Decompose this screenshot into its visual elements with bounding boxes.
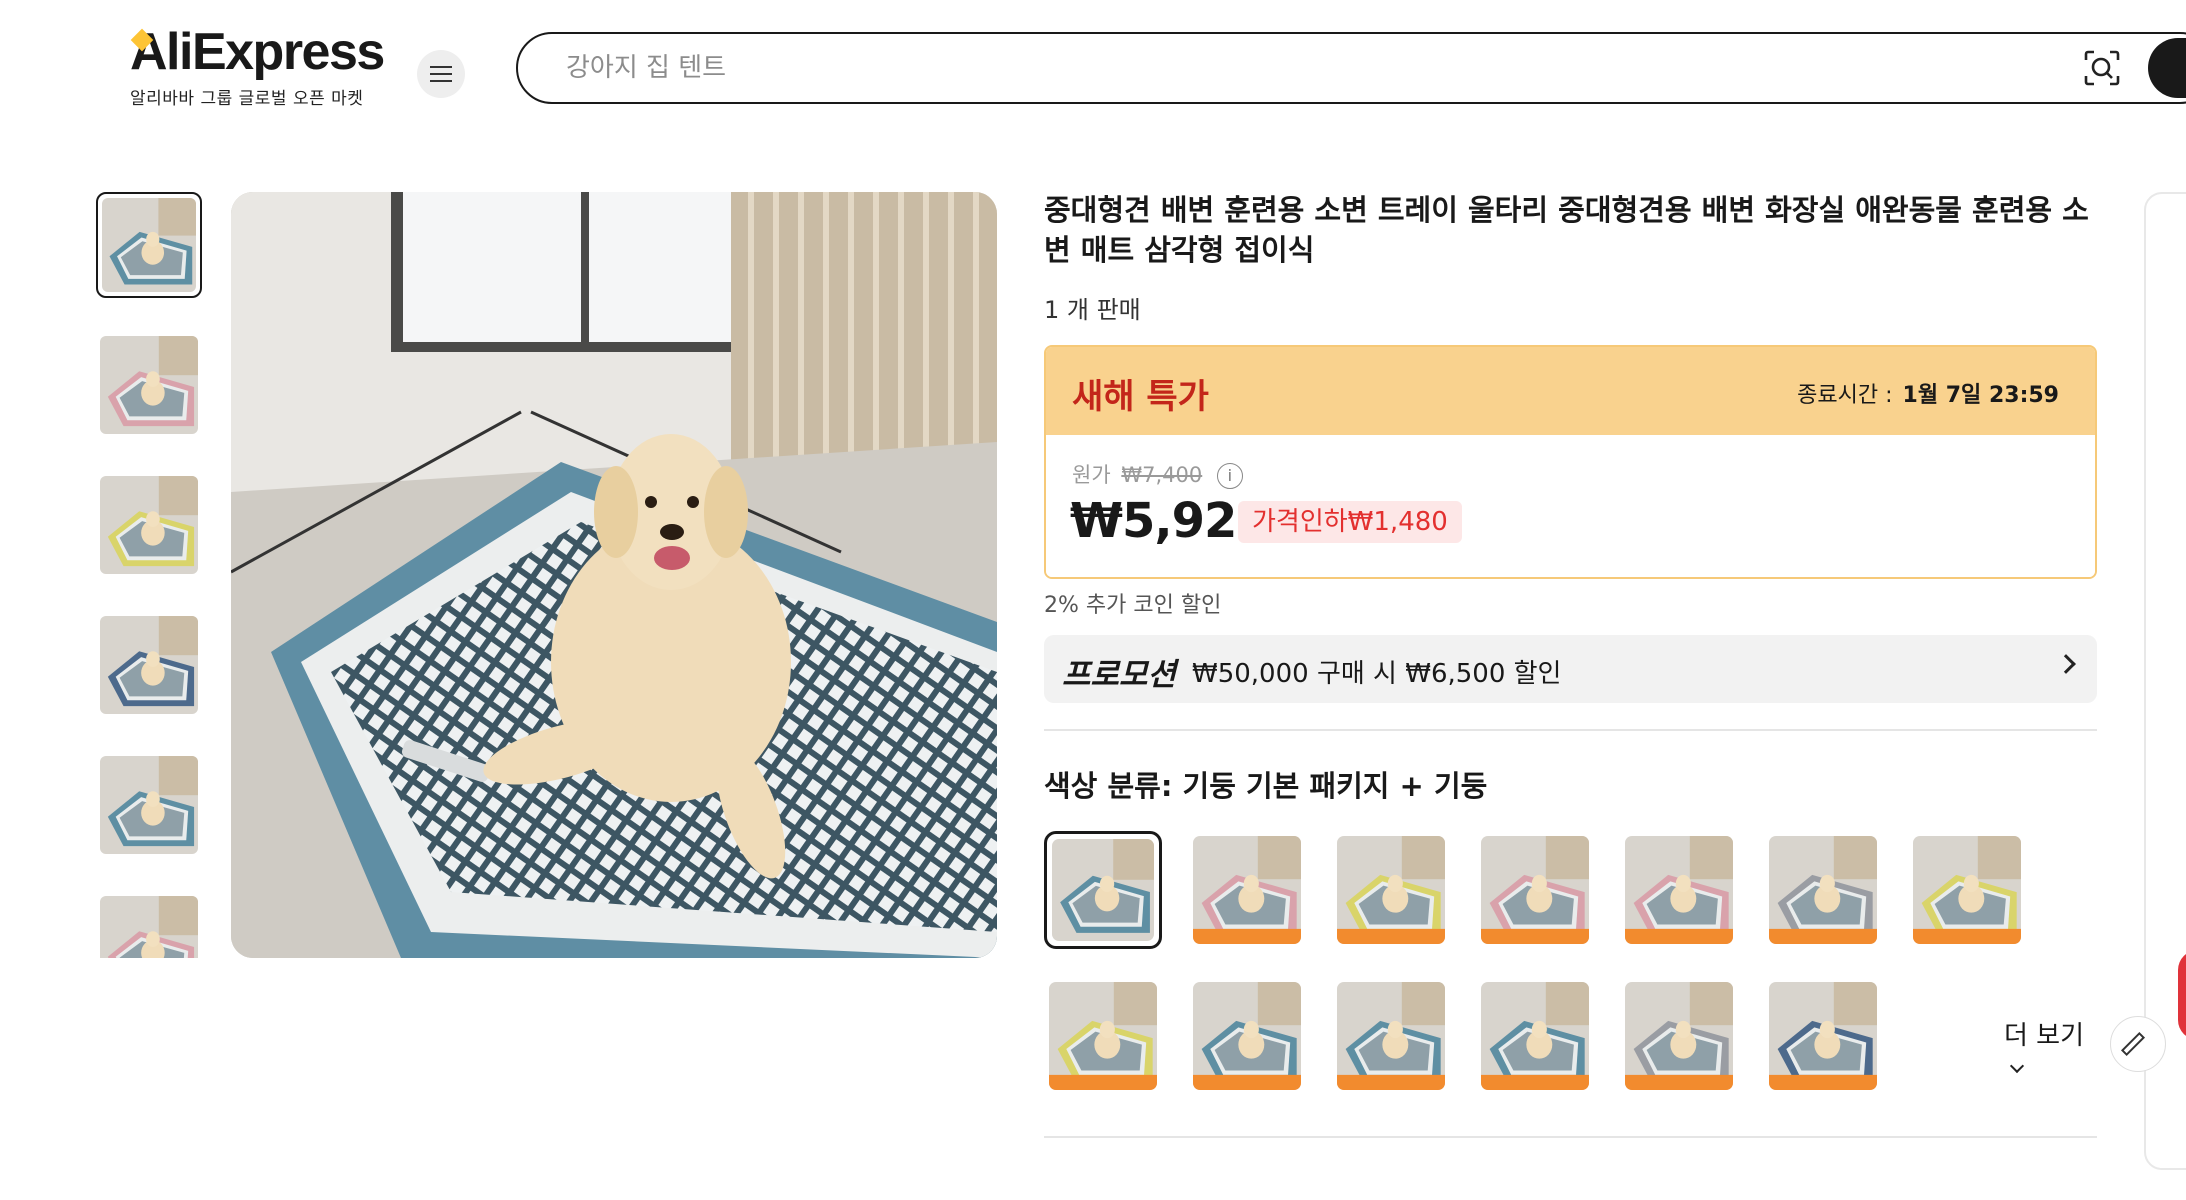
thumbnail-item[interactable] bbox=[96, 332, 202, 438]
color-swatch[interactable] bbox=[1044, 831, 1162, 949]
swatch-image bbox=[1481, 982, 1589, 1090]
price-cut-badge: 가격인하₩1,480 bbox=[1238, 501, 1462, 543]
aliexpress-logo[interactable]: AliExpress 알리바바 그룹 글로벌 오픈 마켓 bbox=[130, 23, 385, 109]
swatch-image bbox=[1625, 982, 1733, 1090]
logo-subtitle: 알리바바 그룹 글로벌 오픈 마켓 bbox=[130, 89, 364, 109]
info-icon[interactable]: i bbox=[1216, 463, 1243, 489]
color-swatch[interactable] bbox=[1476, 831, 1594, 949]
swatch-image bbox=[1769, 836, 1877, 944]
color-variant-label: 색상 분류: 기둥 기본 패키지 + 기둥 bbox=[1044, 769, 1488, 803]
color-swatch[interactable] bbox=[1332, 831, 1450, 949]
thumbnail-image bbox=[100, 336, 198, 434]
hamburger-icon bbox=[430, 66, 452, 82]
original-price: 원가 ₩7,400 i bbox=[1072, 459, 1243, 489]
color-swatch[interactable] bbox=[1764, 831, 1882, 949]
color-swatch[interactable] bbox=[1620, 977, 1738, 1095]
thumbnail-image bbox=[102, 198, 196, 292]
swatch-image bbox=[1625, 836, 1733, 944]
thumbnail-item[interactable] bbox=[96, 612, 202, 718]
swatch-image bbox=[1193, 836, 1301, 944]
pencil-icon bbox=[2120, 1031, 2146, 1057]
chevron-right-icon bbox=[2056, 654, 2076, 674]
color-swatch[interactable] bbox=[1620, 831, 1738, 949]
image-search-icon[interactable] bbox=[2082, 48, 2122, 88]
product-title: 중대형견 배변 훈련용 소변 트레이 울타리 중대형견용 배변 화장실 애완동물… bbox=[1044, 193, 2089, 267]
search-button[interactable] bbox=[2148, 38, 2186, 98]
swatch-image bbox=[1913, 836, 2021, 944]
color-swatches: 더 보기 bbox=[1044, 831, 2097, 1111]
show-more-button[interactable]: 더 보기 bbox=[2004, 1015, 2097, 1082]
sold-count: 1 개 판매 bbox=[1044, 296, 1141, 324]
swatch-image bbox=[1481, 836, 1589, 944]
color-swatch[interactable] bbox=[1332, 977, 1450, 1095]
thumbnail-list bbox=[96, 192, 206, 958]
thumbnail-image bbox=[100, 896, 198, 958]
color-swatch[interactable] bbox=[1188, 977, 1306, 1095]
product-info: 중대형견 배변 훈련용 소변 트레이 울타리 중대형견용 배변 화장실 애완동물… bbox=[1044, 190, 2099, 1111]
header: AliExpress 알리바바 그룹 글로벌 오픈 마켓 bbox=[0, 0, 2186, 140]
color-swatch[interactable] bbox=[1044, 977, 1162, 1095]
swatch-image bbox=[1337, 836, 1445, 944]
deal-title: 새해 특가 bbox=[1072, 377, 1209, 417]
edit-button[interactable] bbox=[2110, 1016, 2166, 1072]
deal-end-time: 종료시간 : 1월 7일 23:59 bbox=[1797, 377, 2059, 409]
search-input[interactable] bbox=[566, 48, 1966, 88]
thumbnail-item[interactable] bbox=[96, 892, 202, 958]
thumbnail-item[interactable] bbox=[96, 752, 202, 858]
deal-end-value: 1월 7일 23:59 bbox=[1902, 383, 2059, 408]
divider-bottom bbox=[1044, 1136, 2097, 1138]
search-bar bbox=[516, 32, 2186, 104]
swatch-image bbox=[1337, 982, 1445, 1090]
show-more-label: 더 보기 bbox=[2004, 1021, 2085, 1051]
divider bbox=[1044, 729, 2097, 731]
deal-end-label: 종료시간 : bbox=[1797, 383, 1893, 408]
deal-body: 원가 ₩7,400 i ₩5,920 가격인하₩1,480 bbox=[1046, 435, 2095, 577]
coin-discount: 2% 추가 코인 할인 bbox=[1044, 593, 1222, 618]
promotion-row[interactable]: 프로모션 ₩50,000 구매 시 ₩6,500 할인 bbox=[1044, 635, 2097, 703]
promotion-label: 프로모션 bbox=[1062, 657, 1177, 693]
color-swatch[interactable] bbox=[1476, 977, 1594, 1095]
thumbnail-image bbox=[100, 756, 198, 854]
thumbnail-image bbox=[100, 476, 198, 574]
swatch-image bbox=[1049, 982, 1157, 1090]
swatch-image bbox=[1052, 839, 1154, 941]
original-price-label: 원가 bbox=[1072, 463, 1111, 487]
deal-box: 새해 특가 종료시간 : 1월 7일 23:59 원가 ₩7,400 i ₩5,9… bbox=[1044, 345, 2097, 579]
swatch-image bbox=[1769, 982, 1877, 1090]
menu-button[interactable] bbox=[417, 50, 465, 98]
thumbnail-image bbox=[100, 616, 198, 714]
chevron-down-icon bbox=[2009, 1058, 2025, 1074]
color-swatch[interactable] bbox=[1188, 831, 1306, 949]
original-price-value: ₩7,400 bbox=[1121, 463, 1203, 487]
logo-text: AliExpress bbox=[130, 23, 385, 81]
thumbnail-item[interactable] bbox=[96, 192, 202, 298]
color-swatch[interactable] bbox=[1764, 977, 1882, 1095]
main-product-image[interactable] bbox=[231, 192, 997, 958]
promotion-text: ₩50,000 구매 시 ₩6,500 할인 bbox=[1192, 659, 1562, 689]
thumbnail-item[interactable] bbox=[96, 472, 202, 578]
color-swatch[interactable] bbox=[1908, 831, 2026, 949]
swatch-image bbox=[1193, 982, 1301, 1090]
floating-action-button[interactable] bbox=[2178, 950, 2186, 1040]
deal-header: 새해 특가 종료시간 : 1월 7일 23:59 bbox=[1046, 347, 2095, 435]
dog-on-training-tray-image bbox=[231, 192, 997, 958]
